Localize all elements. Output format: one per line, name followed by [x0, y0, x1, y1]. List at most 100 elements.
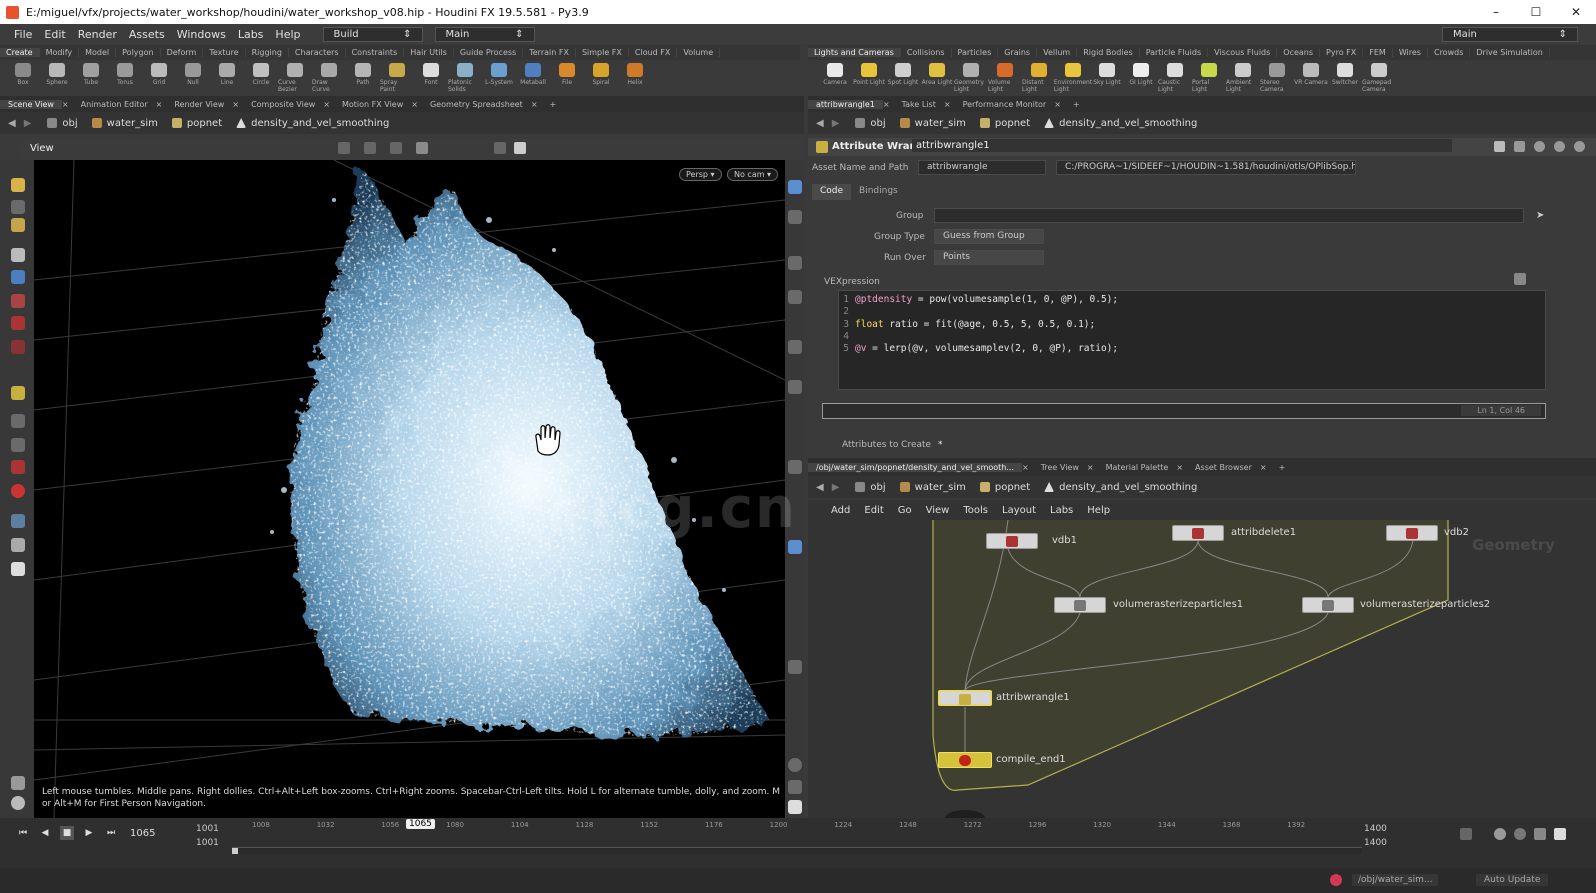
- status-path[interactable]: /obj/water_sim...: [1352, 874, 1439, 886]
- back-arrow-icon[interactable]: ◀: [816, 118, 824, 129]
- move-tool-icon[interactable]: [11, 200, 25, 214]
- tool-environment-light[interactable]: Environment Light: [1054, 60, 1092, 94]
- close-tab-icon[interactable]: ×: [1176, 463, 1187, 472]
- camera-view-icon[interactable]: [788, 800, 802, 814]
- tool-portal-light[interactable]: Portal Light: [1192, 60, 1226, 94]
- timeline-ruler[interactable]: 1008 1032 1056 1080 1104 1128 1152 1176 1200 1224…: [232, 818, 1362, 848]
- path-density-and-vel-smoothing[interactable]: density_and_vel_smoothing: [230, 112, 397, 134]
- path-obj[interactable]: obj: [849, 476, 893, 498]
- tool-circle[interactable]: Circle: [244, 60, 278, 94]
- tab-composite-view[interactable]: Composite View: [243, 100, 323, 109]
- shelf-tab-particles[interactable]: Particles: [952, 48, 999, 57]
- global-anim-options-icon[interactable]: [1554, 828, 1566, 840]
- group-field[interactable]: [934, 208, 1524, 223]
- tool-path[interactable]: Path: [346, 60, 380, 94]
- shelf-tab-texture[interactable]: Texture: [203, 48, 246, 57]
- tab-attribwrangle1[interactable]: attribwrangle1: [808, 99, 883, 109]
- magnet-icon[interactable]: [11, 460, 25, 474]
- shelf-tab-grains[interactable]: Grains: [998, 48, 1038, 57]
- shelf-tab-terrain-fx[interactable]: Terrain FX: [523, 48, 576, 57]
- path-obj[interactable]: obj: [849, 112, 893, 134]
- tool-spray-paint[interactable]: Spray Paint: [380, 60, 414, 94]
- tab-material-palette[interactable]: Material Palette: [1098, 463, 1177, 472]
- tool-caustic-light[interactable]: Caustic Light: [1158, 60, 1192, 94]
- guide-icon[interactable]: [788, 660, 802, 674]
- add-tab-icon[interactable]: +: [1065, 100, 1088, 109]
- shelf-tab-collisions[interactable]: Collisions: [901, 48, 952, 57]
- shelf-tab-characters[interactable]: Characters: [289, 48, 346, 57]
- jump-end-button[interactable]: ⏭: [104, 826, 118, 840]
- shelf-tab-guide-process[interactable]: Guide Process: [454, 48, 524, 57]
- point-display-icon[interactable]: [788, 290, 802, 304]
- background-icon[interactable]: [788, 540, 802, 554]
- shelf-tab-model[interactable]: Model: [79, 48, 117, 57]
- shelf-tab-rigid-bodies[interactable]: Rigid Bodies: [1077, 48, 1140, 57]
- persp-menu[interactable]: Persp ▾: [679, 168, 722, 181]
- maximize-button[interactable]: ☐: [1516, 0, 1556, 24]
- start-frame-field[interactable]: 1001: [196, 824, 219, 834]
- node-attribdelete1[interactable]: [1172, 525, 1224, 541]
- shelf-tab-viscous-fluids[interactable]: Viscous Fluids: [1208, 48, 1278, 57]
- tool-geometry-light[interactable]: Geometry Light: [954, 60, 988, 94]
- tool-l-system[interactable]: L-System: [482, 60, 516, 94]
- path-popnet[interactable]: popnet: [974, 476, 1038, 498]
- shelf-set-selector[interactable]: Main ⇕: [434, 26, 535, 42]
- tool-draw-curve[interactable]: Draw Curve: [312, 60, 346, 94]
- red-magnet-icon[interactable]: [11, 484, 25, 498]
- tool-distant-light[interactable]: Distant Light: [1022, 60, 1056, 94]
- close-tab-icon[interactable]: ×: [944, 100, 955, 109]
- jump-start-button[interactable]: ⏮: [16, 826, 30, 840]
- close-tab-icon[interactable]: ×: [323, 100, 334, 109]
- tab-render-view[interactable]: Render View: [166, 100, 232, 109]
- shelf-tab-wires[interactable]: Wires: [1393, 48, 1428, 57]
- shelf-tab-pyro-fx[interactable]: Pyro FX: [1320, 48, 1364, 57]
- lamp-icon[interactable]: [11, 562, 25, 576]
- info-icon[interactable]: [1554, 141, 1565, 152]
- tab-animation-editor[interactable]: Animation Editor: [73, 100, 156, 109]
- shelf-tab-rigging[interactable]: Rigging: [246, 48, 289, 57]
- path-water-sim[interactable]: water_sim: [894, 112, 974, 134]
- normals-icon[interactable]: [788, 340, 802, 354]
- menu-labs[interactable]: Labs: [232, 28, 270, 41]
- shelf-tab-cloud-fx[interactable]: Cloud FX: [629, 48, 678, 57]
- attributes-to-create-field[interactable]: *: [938, 440, 943, 450]
- settings-icon[interactable]: [11, 796, 25, 810]
- tumble-icon[interactable]: [11, 340, 25, 354]
- tool-file[interactable]: File: [550, 60, 584, 94]
- tool-font[interactable]: Font: [414, 60, 448, 94]
- close-tab-icon[interactable]: ×: [411, 100, 422, 109]
- menu-help[interactable]: Help: [269, 28, 306, 41]
- tool-ambient-light[interactable]: Ambient Light: [1226, 60, 1260, 94]
- path-density-and-vel-smoothing[interactable]: density_and_vel_smoothing: [1038, 476, 1205, 498]
- tab-motion-fx-view[interactable]: Motion FX View: [334, 100, 411, 109]
- handle-tool-icon[interactable]: [11, 270, 25, 284]
- close-tab-icon[interactable]: ×: [1054, 100, 1065, 109]
- tool-metaball[interactable]: Metaball: [516, 60, 550, 94]
- tab-tree-view[interactable]: Tree View: [1033, 463, 1087, 472]
- menu-edit[interactable]: Edit: [38, 28, 71, 41]
- tool-gamepad-camera[interactable]: Gamepad Camera: [1362, 60, 1396, 94]
- stop-button[interactable]: ■: [60, 826, 74, 840]
- step-back-button[interactable]: ◀: [38, 826, 52, 840]
- shelf-tab-deform[interactable]: Deform: [161, 48, 204, 57]
- path-popnet[interactable]: popnet: [974, 112, 1038, 134]
- tool-sky-light[interactable]: Sky Light: [1090, 60, 1124, 94]
- viewer-view-label[interactable]: View: [30, 143, 54, 154]
- path-popnet[interactable]: popnet: [166, 112, 230, 134]
- back-arrow-icon[interactable]: ◀: [8, 118, 16, 129]
- camera-icon[interactable]: [494, 142, 506, 154]
- tool-area-light[interactable]: Area Light: [920, 60, 954, 94]
- display-mode-icon[interactable]: [788, 180, 802, 194]
- tool-camera[interactable]: Camera: [818, 60, 852, 94]
- current-frame-field[interactable]: 1065: [130, 828, 155, 839]
- info-icon[interactable]: [788, 758, 802, 772]
- close-tab-icon[interactable]: ×: [1260, 463, 1271, 472]
- tab-code[interactable]: Code: [812, 184, 852, 200]
- node-volumerasterizeparticles2[interactable]: [1302, 597, 1354, 613]
- add-tab-icon[interactable]: +: [542, 100, 565, 109]
- minimize-button[interactable]: –: [1476, 0, 1516, 24]
- shelf-tab-lights-and-cameras[interactable]: Lights and Cameras: [808, 48, 901, 57]
- back-arrow-icon[interactable]: ◀: [816, 482, 824, 493]
- tab-geometry-spreadsheet[interactable]: Geometry Spreadsheet: [422, 100, 531, 109]
- range-start-field[interactable]: 1001: [196, 838, 219, 848]
